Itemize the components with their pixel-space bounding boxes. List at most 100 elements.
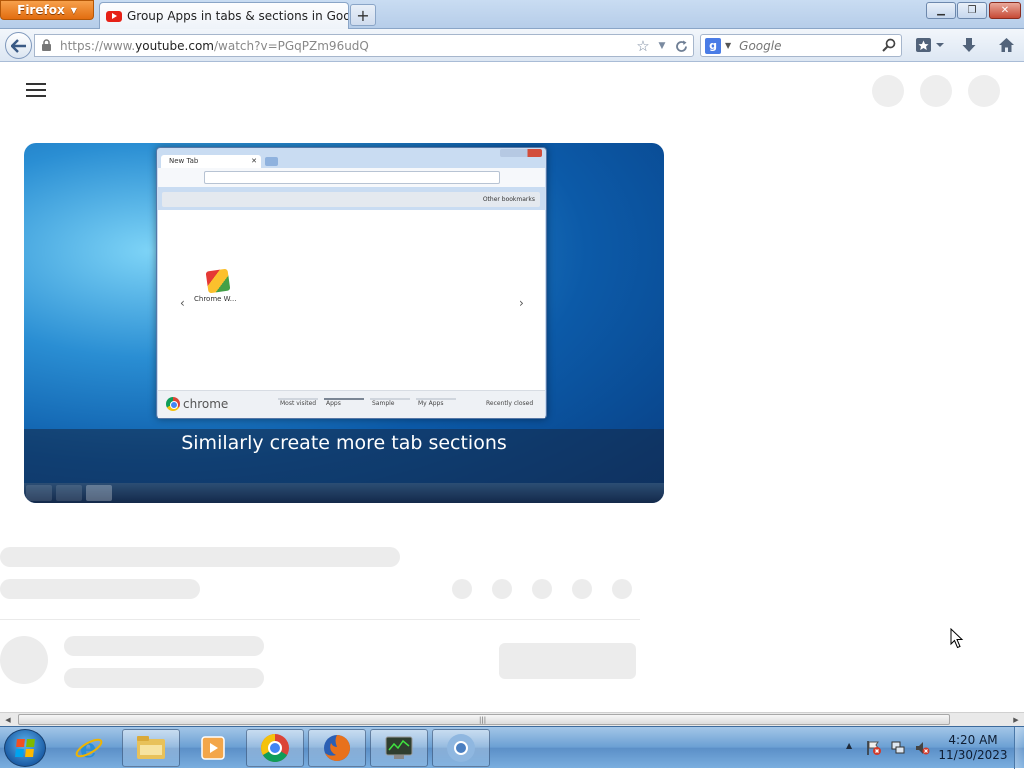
new-tab-button[interactable]: + <box>350 4 376 26</box>
media-player-icon <box>201 736 225 760</box>
taskbar-task-manager[interactable] <box>370 729 428 767</box>
video-frame-window-buttons <box>500 149 542 157</box>
chrome-icon <box>166 397 180 411</box>
hamburger-menu-icon[interactable] <box>26 83 46 97</box>
video-frame-page: ‹ Chrome W... › <box>158 210 545 390</box>
action-placeholder <box>492 579 512 599</box>
chevron-down-icon[interactable]: ▼ <box>725 41 731 50</box>
title-placeholder <box>0 547 400 567</box>
action-placeholder <box>572 579 592 599</box>
action-center-icon[interactable] <box>866 740 882 756</box>
show-hidden-icons-arrow[interactable]: ▲ <box>846 741 852 750</box>
search-input[interactable] <box>739 38 880 53</box>
video-player[interactable]: New Tab ✕ Other bookmarks ‹ Chrome W... ›… <box>24 143 664 503</box>
taskbar-media-player[interactable] <box>184 729 242 767</box>
browser-tab-active[interactable]: Group Apps in tabs & sections in Google.… <box>99 2 349 29</box>
action-placeholder <box>532 579 552 599</box>
chevron-right-icon: › <box>519 296 524 310</box>
close-icon: ✕ <box>251 157 257 165</box>
section-my-apps: My Apps <box>418 400 444 407</box>
video-frame-chrome-icon <box>86 485 112 501</box>
clock-date: 11/30/2023 <box>938 748 1008 762</box>
bookmarks-menu-button[interactable] <box>913 34 947 56</box>
channel-subs-placeholder <box>64 668 264 688</box>
windows-taskbar: e ▲ 4:20 AM 11/30/2023 <box>0 726 1024 769</box>
bookmark-star-icon[interactable]: ☆ <box>634 37 652 55</box>
meta-placeholder <box>0 579 200 599</box>
video-frame-ie-icon <box>56 485 82 501</box>
download-icon <box>962 38 976 52</box>
chrome-logo: chrome <box>166 397 228 411</box>
firefox-menu-button[interactable]: Firefox ▼ <box>0 0 94 20</box>
grip-icon: ||| <box>479 716 487 724</box>
start-button[interactable] <box>4 729 46 767</box>
url-bar[interactable]: https://www.youtube.com/watch?v=PGqPZm96… <box>34 34 694 57</box>
header-avatar-placeholder <box>872 75 904 107</box>
taskbar-chrome[interactable] <box>246 729 304 767</box>
chrome-web-store-icon <box>205 268 231 294</box>
mouse-cursor-icon <box>950 628 964 649</box>
task-manager-icon <box>385 736 413 759</box>
google-icon[interactable]: g <box>705 37 721 54</box>
url-path: /watch?v=PGqPZm96udQ <box>213 38 369 53</box>
page-content: New Tab ✕ Other bookmarks ‹ Chrome W... ›… <box>0 63 1024 713</box>
bookmarks-menu-icon <box>916 38 944 52</box>
network-icon[interactable] <box>890 740 906 756</box>
channel-name-placeholder <box>64 636 264 656</box>
lock-icon <box>41 39 55 52</box>
chrome-icon <box>261 734 289 762</box>
youtube-icon <box>106 10 122 22</box>
url-scheme-prefix: https://www. <box>60 38 136 53</box>
video-frame-omnibox <box>204 171 500 184</box>
taskbar-ie[interactable]: e <box>60 729 118 767</box>
window-close-button[interactable]: ✕ <box>989 2 1021 19</box>
firefox-menu-label: Firefox <box>17 3 65 17</box>
video-caption: Similarly create more tab sections <box>181 432 507 454</box>
section-apps: Apps <box>326 400 341 407</box>
svg-text:e: e <box>80 734 97 763</box>
url-text: https://www.youtube.com/watch?v=PGqPZm96… <box>60 39 369 53</box>
reload-icon[interactable] <box>673 38 689 54</box>
start-orb-icon <box>15 739 35 757</box>
video-frame-other-bookmarks: Other bookmarks <box>482 196 535 203</box>
taskbar-explorer[interactable] <box>122 729 180 767</box>
video-frame-toolbar <box>158 168 545 187</box>
show-desktop-button[interactable] <box>1014 727 1024 769</box>
scroll-left-icon[interactable]: ◀ <box>2 715 14 725</box>
video-frame-taskbar <box>24 483 664 503</box>
subscribe-button-placeholder <box>499 643 636 679</box>
taskbar-clock[interactable]: 4:20 AM 11/30/2023 <box>934 733 1012 763</box>
video-frame-tab: New Tab ✕ <box>161 155 261 168</box>
url-domain: youtube.com <box>135 38 214 53</box>
search-bar[interactable]: g ▼ <box>700 34 902 57</box>
history-dropdown-icon[interactable]: ▼ <box>655 38 669 54</box>
section-sample: Sample <box>372 400 395 407</box>
volume-muted-icon[interactable] <box>914 740 930 756</box>
firefox-icon <box>324 735 350 761</box>
video-frame-browser-window: New Tab ✕ Other bookmarks ‹ Chrome W... ›… <box>156 147 547 419</box>
horizontal-scrollbar[interactable]: ◀ ||| ▶ <box>0 712 1024 726</box>
header-avatar-placeholder <box>920 75 952 107</box>
scrollbar-thumb[interactable]: ||| <box>18 714 950 725</box>
video-frame-app-label: Chrome W... <box>194 295 237 303</box>
section-most-visited: Most visited <box>280 400 317 407</box>
section-recently-closed: Recently closed <box>486 400 534 407</box>
browser-title-bar: Firefox ▼ Group Apps in tabs & sections … <box>0 0 1024 29</box>
chevron-down-icon: ▼ <box>70 5 77 15</box>
window-minimize-button[interactable]: ▁ <box>926 2 956 19</box>
divider <box>0 619 640 620</box>
downloads-button[interactable] <box>958 34 980 56</box>
clock-time: 4:20 AM <box>948 733 998 747</box>
back-button[interactable] <box>5 32 32 59</box>
taskbar-firefox[interactable] <box>308 729 366 767</box>
chromium-icon <box>447 734 475 762</box>
action-placeholder <box>612 579 632 599</box>
ie-icon: e <box>75 734 103 763</box>
action-placeholder <box>452 579 472 599</box>
home-button[interactable] <box>994 34 1018 56</box>
window-restore-button[interactable]: ❐ <box>957 2 987 19</box>
search-icon[interactable] <box>882 38 896 55</box>
tab-title: Group Apps in tabs & sections in Google.… <box>127 9 348 23</box>
taskbar-chromium[interactable] <box>432 729 490 767</box>
scroll-right-icon[interactable]: ▶ <box>1010 715 1022 725</box>
